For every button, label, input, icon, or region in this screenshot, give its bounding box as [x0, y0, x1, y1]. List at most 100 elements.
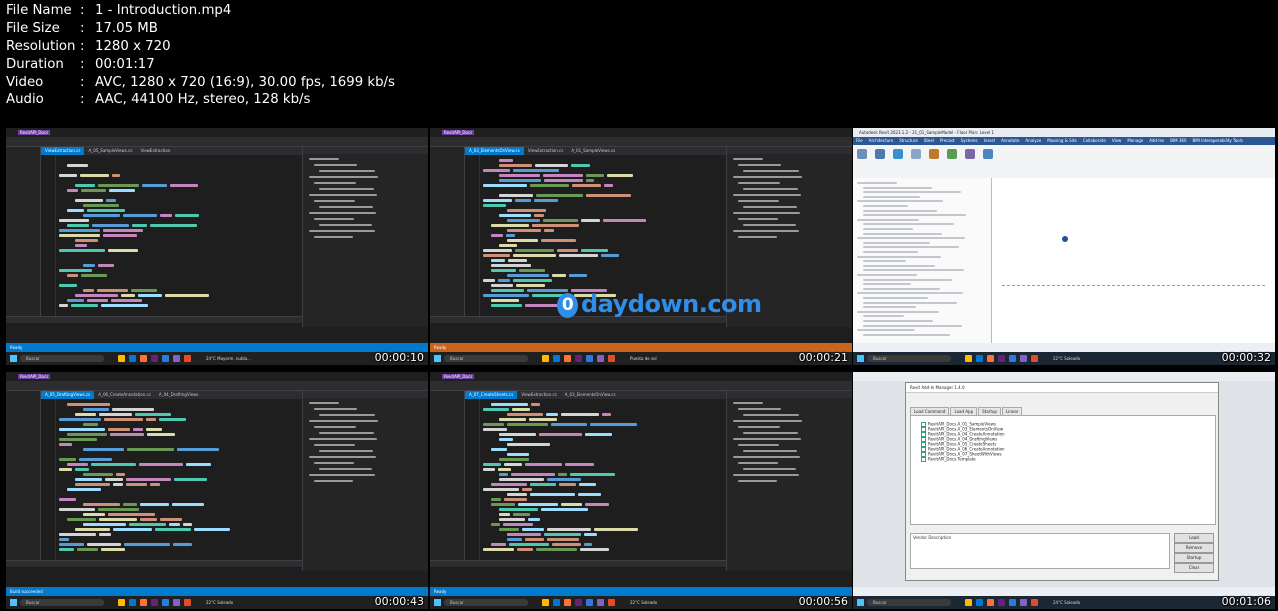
windows-start-icon	[857, 355, 864, 362]
solution-explorer	[726, 391, 852, 571]
code-token	[483, 548, 514, 551]
command-item[interactable]: RevitAPI_Docs.A_04_CreateAnnotation	[921, 432, 1005, 437]
solution-tree-item	[309, 438, 377, 440]
solution-tree-item	[314, 200, 355, 202]
dialog-tab[interactable]: Load App	[950, 407, 978, 415]
windows-start-icon	[434, 355, 441, 362]
code-token	[59, 284, 77, 287]
property-row	[857, 292, 963, 295]
ribbon-tab: Structure	[899, 138, 918, 143]
code-token	[602, 413, 611, 416]
code-token	[165, 294, 209, 297]
ribbon-tab: View	[1111, 138, 1122, 143]
code-token	[491, 299, 519, 302]
code-token	[101, 548, 125, 551]
solution-tree-item	[319, 468, 372, 470]
editor-tab: A_01_SampleViews.cs	[571, 148, 616, 153]
solution-tree-item	[743, 414, 799, 416]
taskbar-app-icon	[1009, 599, 1016, 606]
ribbon-tab: BIM Interoperability Tools	[1192, 138, 1243, 143]
solution-tree-item	[314, 236, 353, 238]
taskbar-weather: Puesta de sol	[630, 356, 657, 361]
vs-toolbox	[6, 391, 41, 571]
command-item[interactable]: RevitAPI_Docs.A_04_DraftingViews	[921, 437, 997, 442]
code-token	[483, 428, 507, 431]
taskbar-app-icon	[542, 599, 549, 606]
code-token	[67, 274, 78, 277]
code-token	[135, 413, 171, 416]
solution-tree-item	[319, 224, 372, 226]
property-row	[857, 218, 919, 221]
code-token	[528, 518, 540, 521]
code-token	[483, 204, 506, 207]
file-info-row: Resolution:1280 x 720	[6, 38, 395, 56]
dialog-button[interactable]: Startup	[1174, 553, 1214, 563]
code-token	[604, 184, 613, 187]
vs-toolbox	[430, 147, 465, 327]
dialog-tab[interactable]: Load Command	[910, 407, 950, 415]
code-token	[559, 254, 598, 257]
editor-tab: ViewExtraction.cs	[527, 148, 564, 153]
dialog-tab[interactable]: Startup	[978, 407, 1001, 415]
code-token	[522, 488, 532, 491]
code-token	[59, 508, 95, 511]
taskbar-weather: 22°C Soleado	[630, 600, 658, 605]
code-token	[83, 503, 120, 506]
code-token	[83, 423, 98, 426]
code-token	[508, 259, 527, 262]
code-token	[544, 229, 554, 232]
dialog-button[interactable]: Clear	[1174, 563, 1214, 573]
solution-tree-item	[738, 164, 781, 166]
code-token	[83, 448, 124, 451]
dialog-button[interactable]: Load	[1174, 533, 1214, 543]
code-token	[531, 403, 540, 406]
code-token	[160, 518, 182, 521]
code-token	[59, 219, 89, 222]
taskbar-app-icon	[976, 599, 983, 606]
dialog-button[interactable]: Remove	[1174, 543, 1214, 553]
command-item[interactable]: RevitAPI_Docs.A_05_CreateSheets	[921, 442, 996, 447]
ribbon-tab: Systems	[960, 138, 978, 143]
solution-tree-item	[319, 188, 374, 190]
code-token	[59, 548, 74, 551]
command-item[interactable]: RevitAPI_Docs.A_03_ElementsOnView	[921, 427, 1003, 432]
code-token	[108, 513, 155, 516]
code-token	[581, 219, 600, 222]
video-thumbnail: RevitAPI_Docs A_05_DraftingViews.cs A_06_C…	[6, 372, 428, 609]
code-token	[512, 408, 530, 411]
code-token	[483, 463, 501, 466]
solution-tree-item	[738, 218, 778, 220]
command-item[interactable]: RevitAPI_Docs.A_01_SampleViews	[921, 422, 996, 427]
dialog-tab[interactable]: Linear	[1001, 407, 1023, 415]
solution-tree-item	[738, 200, 779, 202]
code-token	[81, 274, 107, 277]
property-row	[863, 205, 908, 207]
plan-marker	[1062, 236, 1068, 242]
solution-explorer-header	[303, 147, 428, 154]
taskbar-app-icon	[151, 355, 158, 362]
solution-tree-item	[319, 206, 373, 208]
code-token	[491, 304, 522, 307]
code-token	[499, 159, 513, 162]
ribbon-tab: Massing & Site	[1047, 138, 1077, 143]
taskbar-app-icon	[1020, 599, 1027, 606]
code-token	[111, 299, 142, 302]
solution-tree-item	[733, 194, 801, 196]
code-token	[546, 413, 558, 416]
code-token	[581, 249, 608, 252]
command-item[interactable]: RevitAPI_Docs.A_07_SheetWithViews	[921, 452, 1002, 457]
code-token	[67, 224, 89, 227]
taskbar-app-icon	[575, 599, 582, 606]
ribbon-tab: BIM 360	[1170, 138, 1187, 143]
command-item[interactable]: RevitAPI_Docs.Template	[921, 457, 976, 462]
taskbar-weather: 24°C Mayorm. nubla...	[206, 356, 251, 361]
watermark-logo: 0	[557, 293, 578, 318]
taskbar-app-icon	[564, 355, 571, 362]
code-token	[578, 493, 601, 496]
code-token	[585, 433, 612, 436]
code-token	[499, 179, 541, 182]
code-token	[139, 463, 183, 466]
code-token	[491, 483, 527, 486]
code-token	[92, 224, 129, 227]
command-item[interactable]: RevitAPI_Docs.A_06_CreateAnnotation	[921, 447, 1005, 452]
